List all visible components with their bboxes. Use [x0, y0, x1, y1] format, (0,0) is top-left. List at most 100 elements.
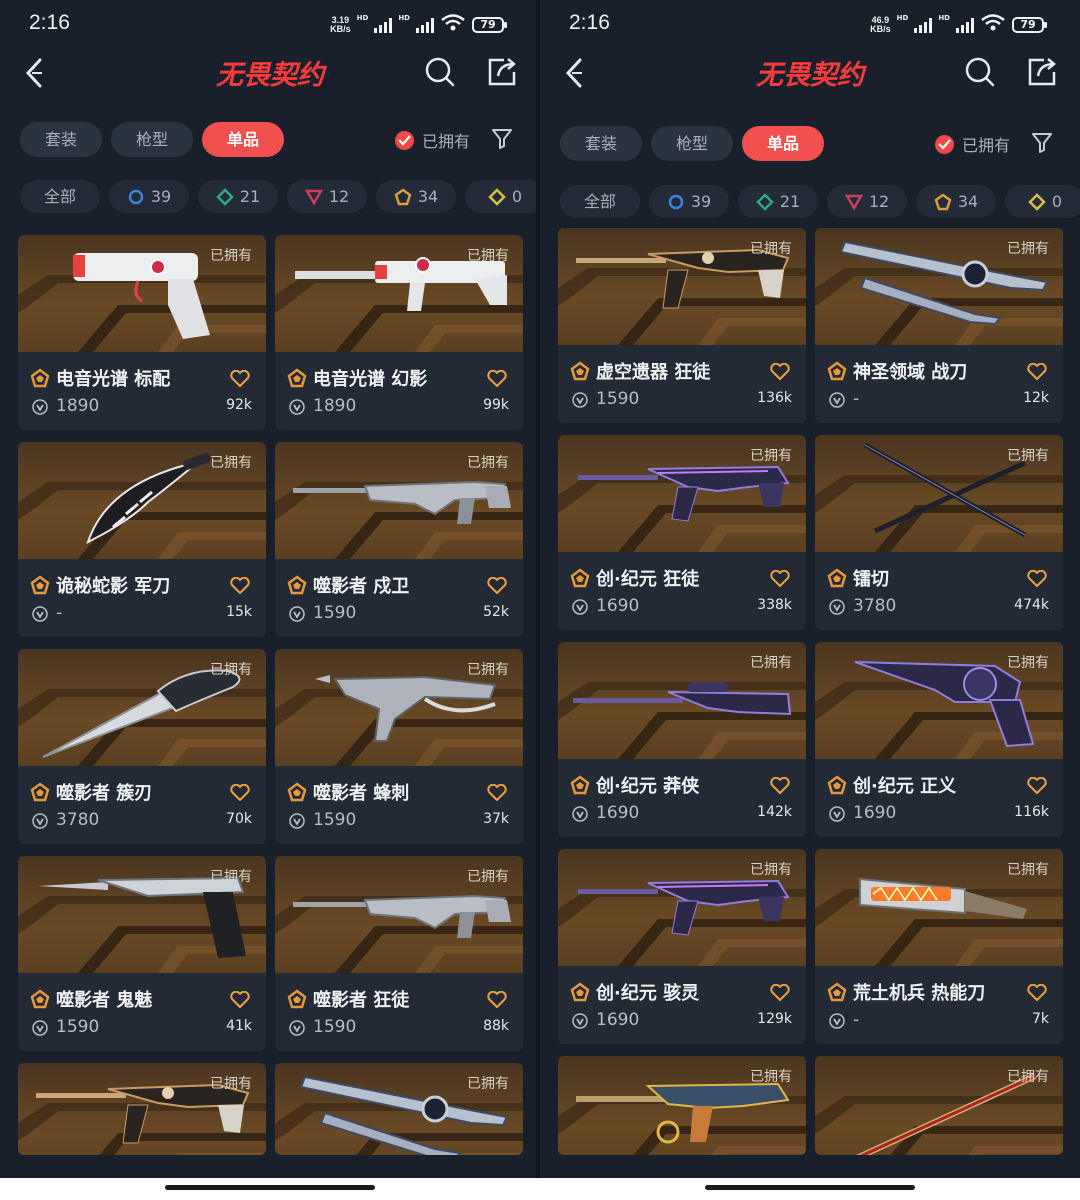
tab-weapon-type[interactable]: 枪型 — [651, 126, 733, 161]
vp-currency-icon — [32, 1020, 48, 1036]
share-icon[interactable] — [1024, 54, 1060, 90]
search-icon[interactable] — [962, 54, 998, 90]
tier-chip[interactable]: 全部 — [560, 185, 640, 218]
tier-chip[interactable]: 34 — [916, 185, 996, 218]
item-card[interactable]: 已拥有 — [558, 1056, 806, 1155]
heart-icon[interactable] — [487, 576, 507, 595]
filter-icon[interactable] — [1030, 130, 1054, 154]
item-name: 电音光谱 标配 — [56, 369, 171, 390]
item-name: 噬影者 簇刃 — [56, 783, 153, 804]
heart-icon[interactable] — [487, 990, 507, 1009]
item-card[interactable]: 已拥有 神圣领域 战刀 - 12k — [815, 228, 1063, 423]
item-name: 噬影者 蜂刺 — [313, 783, 410, 804]
tier-chip-count: 34 — [957, 192, 979, 211]
heart-icon[interactable] — [1027, 362, 1047, 381]
search-icon[interactable] — [422, 54, 458, 90]
tier-chip-label: 全部 — [583, 192, 616, 211]
like-count: 338k — [757, 597, 792, 613]
heart-icon[interactable] — [770, 983, 790, 1002]
back-icon[interactable] — [20, 54, 50, 92]
item-price: 1690 — [853, 803, 897, 823]
item-card[interactable]: 已拥有 — [18, 1063, 266, 1155]
tier-chip[interactable]: 全部 — [20, 180, 100, 213]
signal-icon — [914, 17, 933, 33]
tab-set[interactable]: 套装 — [20, 122, 102, 157]
tier-chip[interactable]: 0 — [1005, 185, 1080, 218]
tier-chip[interactable]: 39 — [109, 180, 189, 213]
item-card[interactable]: 已拥有 — [815, 1056, 1063, 1155]
home-indicator[interactable] — [165, 1185, 375, 1190]
item-name: 创·纪元 正义 — [853, 776, 957, 797]
vp-currency-icon — [829, 1013, 845, 1029]
heart-icon[interactable] — [230, 576, 250, 595]
owned-badge: 已拥有 — [750, 655, 792, 671]
tier-chip[interactable]: 12 — [287, 180, 367, 213]
owned-badge: 已拥有 — [750, 241, 792, 257]
heart-icon[interactable] — [230, 990, 250, 1009]
item-card[interactable]: 已拥有 创·纪元 狂徒 1690 338k — [558, 435, 806, 630]
owned-badge: 已拥有 — [1007, 241, 1049, 257]
tier-chip[interactable]: 21 — [198, 180, 278, 213]
tab-single[interactable]: 单品 — [742, 126, 824, 161]
filter-icon[interactable] — [490, 126, 514, 150]
tier-pentagon-icon — [287, 989, 307, 1009]
network-speed: 3.19 KB/s — [330, 16, 351, 34]
item-price: 1890 — [56, 396, 100, 416]
tier-chip[interactable]: 0 — [465, 180, 540, 213]
item-card[interactable]: 已拥有 噬影者 狂徒 1590 88k — [275, 856, 523, 1051]
heart-icon[interactable] — [487, 783, 507, 802]
item-card[interactable]: 已拥有 创·纪元 骇灵 1690 129k — [558, 849, 806, 1044]
item-price: 1890 — [313, 396, 357, 416]
tab-set[interactable]: 套装 — [560, 126, 642, 161]
owned-filter-toggle[interactable]: 已拥有 — [934, 132, 1010, 156]
heart-icon[interactable] — [1027, 983, 1047, 1002]
owned-filter-toggle[interactable]: 已拥有 — [394, 128, 470, 152]
item-card[interactable]: 已拥有 镭切 3780 474k — [815, 435, 1063, 630]
item-card[interactable]: 已拥有 电音光谱 标配 1890 92k — [18, 235, 266, 430]
tier-chip[interactable]: 39 — [649, 185, 729, 218]
share-icon[interactable] — [484, 54, 520, 90]
item-card[interactable]: 已拥有 创·纪元 莽侠 1690 142k — [558, 642, 806, 837]
item-card[interactable]: 已拥有 诡秘蛇影 军刀 - 15k — [18, 442, 266, 637]
owned-badge: 已拥有 — [750, 448, 792, 464]
heart-icon[interactable] — [230, 369, 250, 388]
vp-currency-icon — [829, 806, 845, 822]
heart-icon[interactable] — [770, 362, 790, 381]
item-card[interactable]: 已拥有 虚空遗器 狂徒 1590 136k — [558, 228, 806, 423]
item-card[interactable]: 已拥有 噬影者 蜂刺 1590 37k — [275, 649, 523, 844]
tier-chip[interactable]: 34 — [376, 180, 456, 213]
heart-icon[interactable] — [1027, 776, 1047, 795]
back-icon[interactable] — [560, 54, 590, 92]
item-card[interactable]: 已拥有 — [275, 1063, 523, 1155]
checkmark-icon — [934, 134, 954, 154]
tier-chip[interactable]: 21 — [738, 185, 818, 218]
like-count: 52k — [483, 604, 509, 620]
logo-text: 无畏契约 — [756, 60, 867, 91]
owned-badge: 已拥有 — [750, 862, 792, 878]
item-card[interactable]: 已拥有 噬影者 簇刃 3780 70k — [18, 649, 266, 844]
tab-single[interactable]: 单品 — [202, 122, 284, 157]
home-indicator[interactable] — [705, 1185, 915, 1190]
vp-currency-icon — [289, 399, 305, 415]
network-speed-unit: KB/s — [870, 24, 891, 34]
heart-icon[interactable] — [1027, 569, 1047, 588]
heart-icon[interactable] — [770, 776, 790, 795]
tab-weapon-type[interactable]: 枪型 — [111, 122, 193, 157]
item-name: 噬影者 戍卫 — [313, 576, 410, 597]
app-header: 无畏契约 — [540, 46, 1080, 104]
owned-badge: 已拥有 — [1007, 655, 1049, 671]
heart-icon[interactable] — [770, 569, 790, 588]
item-card[interactable]: 已拥有 噬影者 鬼魅 1590 41k — [18, 856, 266, 1051]
item-card[interactable]: 已拥有 创·纪元 正义 1690 116k — [815, 642, 1063, 837]
signal-icon — [956, 17, 974, 33]
item-price: 1590 — [313, 1017, 357, 1037]
tier-chip-count: 0 — [511, 187, 523, 206]
item-name: 噬影者 鬼魅 — [56, 990, 153, 1011]
tier-chip[interactable]: 12 — [827, 185, 907, 218]
tier-triangle-icon — [304, 188, 323, 206]
heart-icon[interactable] — [487, 369, 507, 388]
heart-icon[interactable] — [230, 783, 250, 802]
item-card[interactable]: 已拥有 荒土机兵 热能刀 - 7k — [815, 849, 1063, 1044]
item-card[interactable]: 已拥有 噬影者 戍卫 1590 52k — [275, 442, 523, 637]
item-card[interactable]: 已拥有 电音光谱 幻影 1890 99k — [275, 235, 523, 430]
